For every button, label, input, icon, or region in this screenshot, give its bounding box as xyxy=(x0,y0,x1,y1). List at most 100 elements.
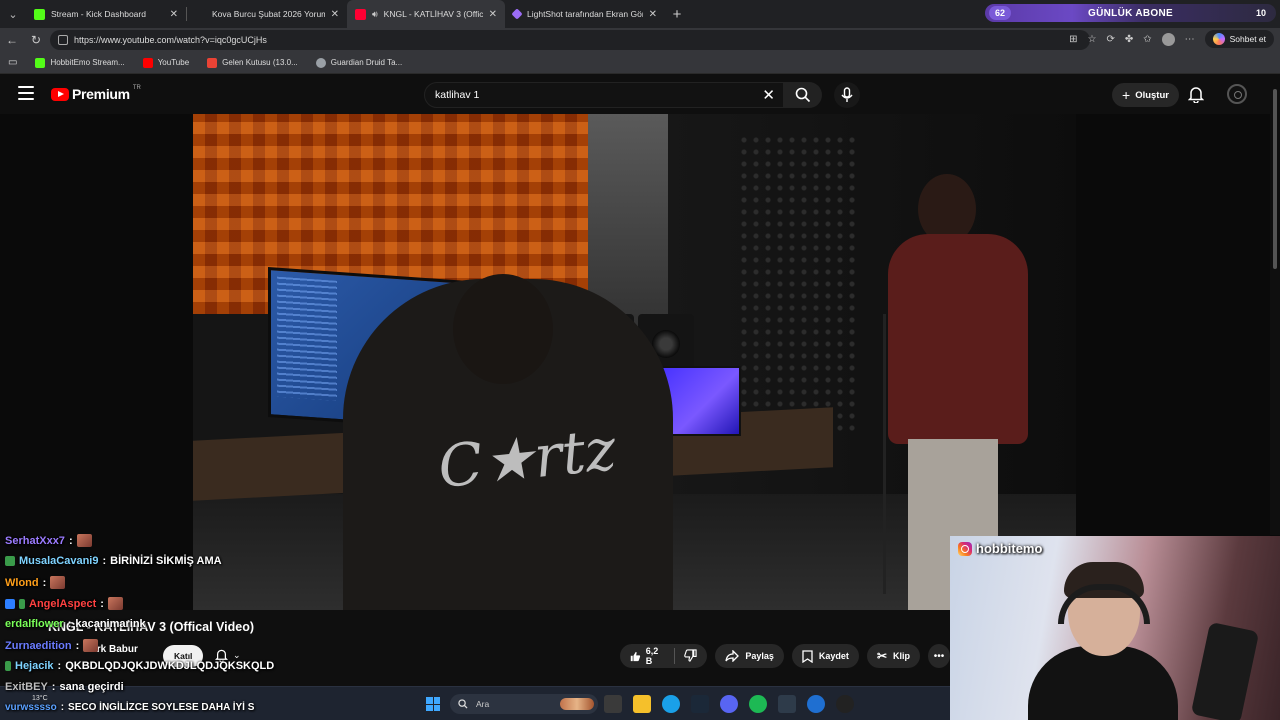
more-actions-button[interactable]: ••• xyxy=(928,644,950,668)
profile-avatar-icon[interactable] xyxy=(1161,32,1175,46)
file-explorer-icon[interactable] xyxy=(633,695,651,713)
webcam-overlay: hobbitemo xyxy=(950,536,1280,720)
chat-username: Hejacik xyxy=(15,660,54,672)
close-tab-icon[interactable]: ✕ xyxy=(489,9,497,20)
scrollbar-thumb[interactable] xyxy=(1273,89,1277,269)
chat-separator: : xyxy=(102,555,107,567)
bookmark-guardian-druid[interactable]: Guardian Druid Ta... xyxy=(315,57,402,68)
bookmark-star-icon[interactable]: ☆ xyxy=(1087,34,1096,45)
windows-start-icon[interactable] xyxy=(426,697,440,711)
tab-title: KNGL - KATLİHAV 3 (Offical Vi xyxy=(383,9,483,19)
producer-head xyxy=(453,274,553,384)
tab-kick-dashboard[interactable]: Stream - Kick Dashboard ✕ xyxy=(26,0,186,28)
puzzle-icon[interactable]: ✤ xyxy=(1125,34,1133,45)
discord-icon[interactable] xyxy=(720,695,738,713)
speaker-audio-icon[interactable]: 🔊︎ xyxy=(372,9,378,20)
chat-button-label: Sohbet et xyxy=(1229,34,1266,44)
search-highlight-image xyxy=(560,698,594,710)
account-avatar[interactable] xyxy=(1227,84,1247,104)
microphone-icon xyxy=(841,87,853,102)
steam-icon[interactable] xyxy=(691,695,709,713)
favorites-icon[interactable]: ✩ xyxy=(1143,34,1151,45)
close-tab-icon[interactable]: ✕ xyxy=(331,9,339,20)
edge-browser-icon[interactable] xyxy=(662,695,680,713)
search-query: katlihav 1 xyxy=(435,89,480,101)
voice-search-button[interactable] xyxy=(834,82,860,108)
hamburger-menu-icon[interactable] xyxy=(18,86,34,100)
globe-icon xyxy=(315,57,326,68)
tab-title: Stream - Kick Dashboard xyxy=(51,9,146,19)
install-app-icon[interactable]: ⊞ xyxy=(1069,34,1077,45)
like-dislike-group: 6,2 B xyxy=(620,644,708,668)
streamer-username: hobbitemo xyxy=(976,541,1043,556)
subscriber-widget-label: GÜNLÜK ABONE xyxy=(1088,7,1173,19)
app-icon[interactable] xyxy=(807,695,825,713)
chat-message: vurwsssso: SECO İNGİLİZCE SOYLESE DAHA İ… xyxy=(5,702,254,713)
chat-message: Wlond: xyxy=(5,576,66,589)
chat-message: erdalflower: kacanimarink xyxy=(5,618,146,630)
chat-separator: : xyxy=(75,639,80,652)
chat-text: kacanimarink xyxy=(75,618,146,630)
tab-title: LightShot tarafından Ekran Görünt xyxy=(527,9,643,19)
video-actions: 6,2 B Paylaş Kaydet ✂ Klip ••• xyxy=(620,644,950,668)
spotify-icon[interactable] xyxy=(749,695,767,713)
dislike-button[interactable] xyxy=(684,648,698,664)
youtube-premium-logo[interactable]: Premium TR xyxy=(51,85,141,102)
chat-separator: : xyxy=(57,660,62,672)
notifications-button[interactable] xyxy=(1187,85,1205,108)
search-button[interactable] xyxy=(784,82,822,108)
close-tab-icon[interactable]: ✕ xyxy=(170,9,178,20)
divider xyxy=(673,648,675,664)
chat-badge-icon xyxy=(5,556,15,566)
chat-username: ExitBEY xyxy=(5,681,48,693)
chat-message: AngelAspect: xyxy=(5,597,123,610)
clear-search-icon[interactable]: ✕ xyxy=(762,86,775,104)
copilot-icon xyxy=(1212,33,1225,45)
address-bar[interactable]: https://www.youtube.com/watch?v=iqc0gcUC… xyxy=(50,30,1090,50)
create-button[interactable]: + Oluştur xyxy=(1112,83,1179,107)
app-icon[interactable] xyxy=(778,695,796,713)
tab-kova-burcu[interactable]: Kova Burcu Şubat 2026 Yorumu - G ✕ xyxy=(187,0,347,28)
share-button[interactable]: Paylaş xyxy=(715,644,784,668)
chat-separator: : xyxy=(100,597,104,610)
task-view-icon[interactable] xyxy=(604,695,622,713)
video-frame: C★rtz xyxy=(193,114,1076,610)
reload-icon[interactable]: ↻ xyxy=(24,33,48,47)
back-arrow-icon[interactable]: ← xyxy=(0,33,24,47)
region-code: TR xyxy=(132,85,141,91)
share-arrow-icon xyxy=(725,650,740,662)
youtube-play-icon xyxy=(51,87,69,101)
subscriber-goal-count: 10 xyxy=(1255,8,1266,18)
weather-widget[interactable]: 13°C xyxy=(32,695,48,702)
bookmark-youtube[interactable]: YouTube xyxy=(142,57,189,68)
new-tab-button[interactable]: + xyxy=(665,6,689,23)
bookmark-gmail[interactable]: Gelen Kutusu (13.0... xyxy=(207,57,298,68)
search-input[interactable]: katlihav 1 ✕ xyxy=(424,82,784,108)
like-button[interactable]: 6,2 B xyxy=(630,646,664,666)
tab-list-dropdown[interactable]: ⌄ xyxy=(0,0,26,28)
page-scrollbar[interactable] xyxy=(1270,75,1280,535)
obs-icon[interactable] xyxy=(836,695,854,713)
more-menu-icon[interactable]: ⋯ xyxy=(1185,34,1195,45)
bookmark-hobbitemo[interactable]: HobbitEmo Stream... xyxy=(35,57,125,68)
save-button[interactable]: Kaydet xyxy=(791,644,859,668)
copilot-chat-button[interactable]: Sohbet et xyxy=(1204,30,1274,48)
site-info-icon[interactable] xyxy=(58,35,68,45)
extensions-icon[interactable]: ⟳ xyxy=(1106,34,1114,45)
rapper-shirt xyxy=(888,234,1028,444)
chat-username: MusalaCavani9 xyxy=(19,555,99,567)
webcam-username-tag: hobbitemo xyxy=(958,541,1042,556)
tab-title: Kova Burcu Şubat 2026 Yorumu - G xyxy=(212,9,325,19)
browser-toolbar: ← ↻ https://www.youtube.com/watch?v=iqc0… xyxy=(0,28,1280,52)
thumbs-up-icon xyxy=(630,651,641,661)
clip-label: Klip xyxy=(893,651,910,661)
tab-lightshot[interactable]: LightShot tarafından Ekran Görünt ✕ xyxy=(505,0,665,28)
chat-badge-icon xyxy=(5,598,15,609)
clip-button[interactable]: ✂ Klip xyxy=(866,644,920,668)
bell-icon xyxy=(1187,87,1205,104)
tab-youtube-video[interactable]: 🔊︎ KNGL - KATLİHAV 3 (Offical Vi ✕ xyxy=(347,0,505,28)
close-tab-icon[interactable]: ✕ xyxy=(649,9,657,20)
chat-message: Hejacik: QKBDLQDJQKJDWKDJLQDJQKSKQLD xyxy=(5,660,274,672)
sidebar-toggle-icon[interactable]: ▭ xyxy=(8,57,17,68)
taskbar-search[interactable]: Ara xyxy=(450,694,598,714)
